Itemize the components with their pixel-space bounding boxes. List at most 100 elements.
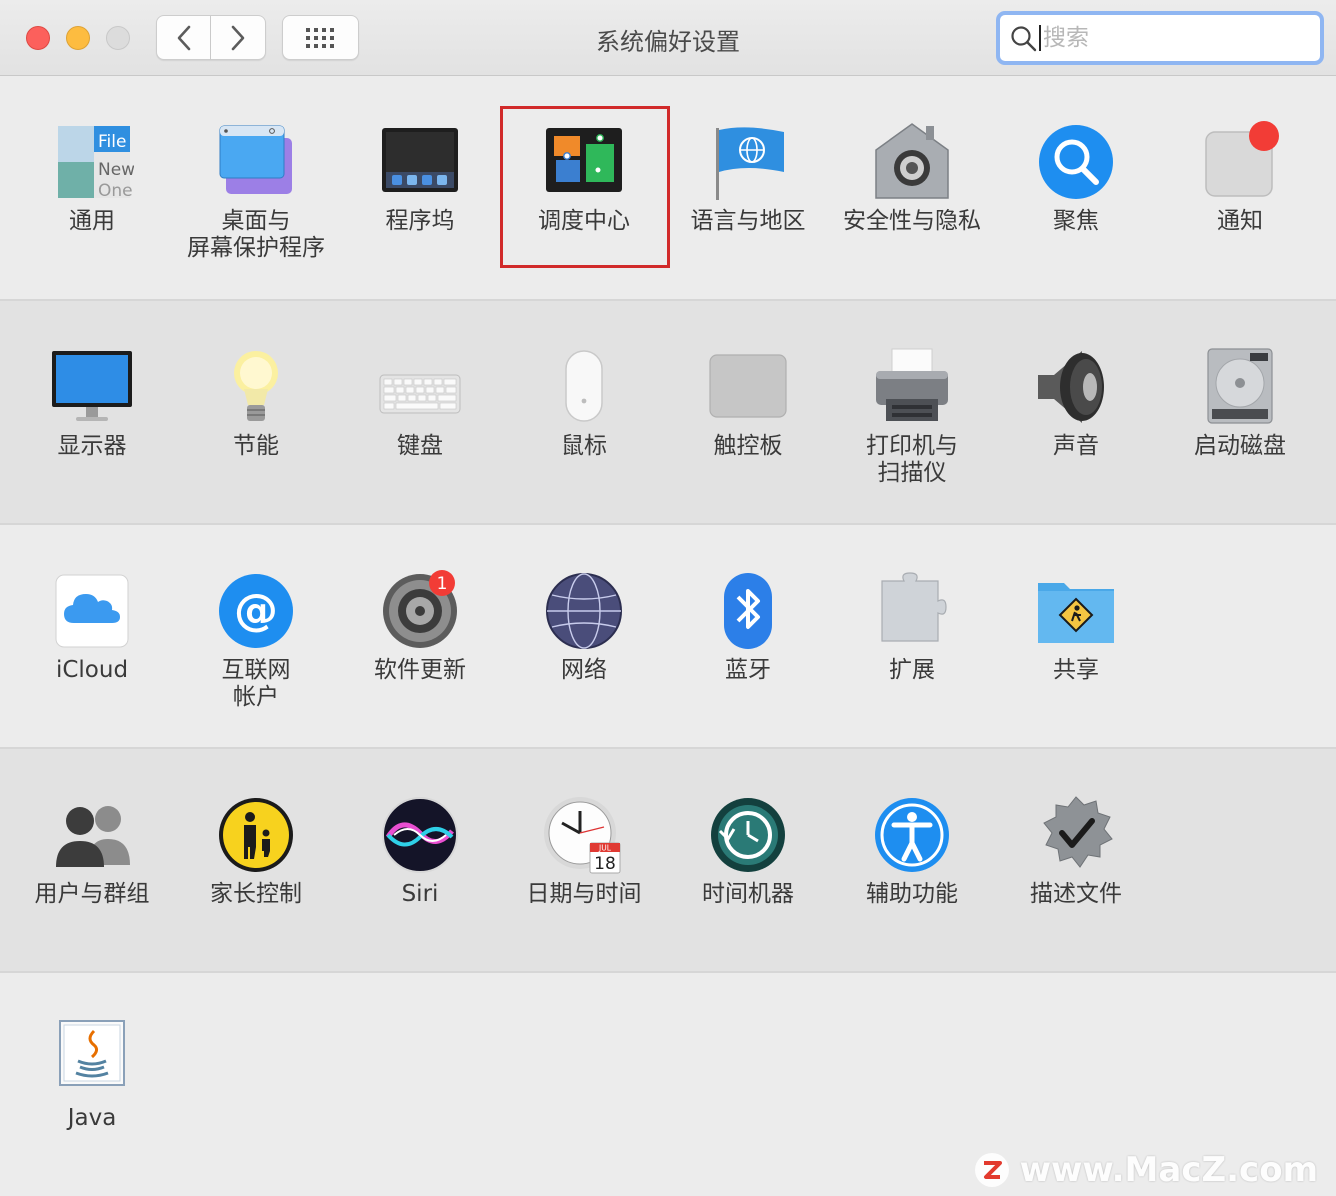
pref-label: Siri — [401, 881, 439, 907]
notifications-icon — [1205, 121, 1279, 197]
pref-label: 声音 — [1053, 433, 1099, 459]
pref-label: 蓝牙 — [725, 657, 771, 683]
pref-label: 节能 — [233, 433, 279, 459]
displays-icon — [52, 351, 132, 421]
dock-icon — [382, 128, 458, 192]
pref-bluetooth[interactable]: 蓝牙 — [666, 569, 830, 684]
desktop-screensaver-icon — [219, 125, 292, 194]
pref-sharing[interactable]: 共享 — [994, 569, 1158, 684]
general-icon: File New One — [58, 126, 134, 201]
spotlight-icon — [1039, 125, 1113, 199]
java-icon — [59, 1020, 125, 1086]
software-update-icon: 1 — [383, 570, 457, 648]
pref-label: 软件更新 — [374, 657, 466, 683]
watermark-text: www.MacZ.com — [1019, 1150, 1318, 1190]
pref-date-time[interactable]: JUL 18 日期与时间 — [502, 793, 666, 908]
pref-users-groups[interactable]: 用户与群组 — [10, 793, 174, 908]
pref-trackpad[interactable]: 触控板 — [666, 345, 830, 460]
siri-icon — [382, 797, 458, 873]
pref-security-privacy[interactable]: 安全性与隐私 — [830, 120, 994, 235]
section-internet: iCloud @ 互联网 帐户 1 软件更新 网络 蓝牙 扩展 共享 — [0, 525, 1336, 749]
title-bar: 系统偏好设置 — [0, 0, 1336, 76]
internet-accounts-icon: @ — [219, 574, 293, 648]
svg-text:One: One — [98, 181, 133, 201]
extensions-icon — [881, 572, 947, 642]
svg-text:New: New — [98, 160, 134, 180]
pref-label: 扩展 — [889, 657, 935, 683]
security-privacy-icon — [875, 123, 949, 199]
pref-spotlight[interactable]: 聚焦 — [994, 120, 1158, 235]
search-input[interactable] — [1041, 25, 1305, 51]
svg-text:JUL: JUL — [598, 844, 612, 853]
sharing-icon — [1038, 583, 1114, 643]
pref-label: 家长控制 — [210, 881, 302, 907]
bluetooth-icon — [724, 573, 772, 649]
pref-parental-controls[interactable]: 家长控制 — [174, 793, 338, 908]
pref-software-update[interactable]: 1 软件更新 — [338, 569, 502, 684]
pref-label: 显示器 — [57, 433, 127, 459]
pref-internet-accounts[interactable]: @ 互联网 帐户 — [174, 569, 338, 711]
pref-label: 桌面与 — [221, 208, 291, 234]
pref-mouse[interactable]: 鼠标 — [502, 345, 666, 460]
pref-printers-scanners[interactable]: 打印机与 扫描仪 — [830, 345, 994, 487]
pref-language-region[interactable]: 语言与地区 — [666, 120, 830, 235]
pref-profiles[interactable]: 描述文件 — [994, 793, 1158, 908]
pref-accessibility[interactable]: 辅助功能 — [830, 793, 994, 908]
pref-label: 启动磁盘 — [1194, 433, 1286, 459]
pref-label: 用户与群组 — [34, 881, 150, 907]
pref-label: 鼠标 — [561, 433, 607, 459]
pref-label: 聚焦 — [1053, 208, 1099, 234]
icloud-icon — [55, 574, 129, 648]
watermark: www.MacZ.com — [974, 1150, 1318, 1190]
pref-label-line2: 帐户 — [233, 684, 279, 710]
sound-icon — [1038, 351, 1104, 423]
startup-disk-icon — [1207, 348, 1273, 424]
pref-label: 触控板 — [713, 433, 783, 459]
printers-scanners-icon — [876, 348, 948, 421]
svg-text:@: @ — [234, 585, 278, 636]
search-icon — [1011, 26, 1037, 52]
pref-sound[interactable]: 声音 — [994, 345, 1158, 460]
energy-saver-icon — [234, 351, 278, 421]
pref-label: 通知 — [1217, 208, 1263, 234]
section-hardware: 显示器 节能 键盘 鼠标 触控板 打印机与 扫描仪 声音 启动磁盘 — [0, 301, 1336, 525]
svg-text:18: 18 — [594, 854, 616, 874]
keyboard-icon — [379, 374, 461, 414]
pref-displays[interactable]: 显示器 — [10, 345, 174, 460]
date-time-icon: JUL 18 — [544, 797, 621, 874]
trackpad-icon — [709, 354, 787, 418]
profiles-icon — [1043, 796, 1113, 868]
pref-icloud[interactable]: iCloud — [10, 569, 174, 684]
pref-desktop-screensaver[interactable]: 桌面与 屏幕保护程序 — [174, 120, 338, 262]
pref-label: Java — [67, 1105, 117, 1131]
pref-label: 共享 — [1053, 657, 1099, 683]
search-field[interactable] — [996, 11, 1324, 65]
pref-extensions[interactable]: 扩展 — [830, 569, 994, 684]
pref-label: 键盘 — [397, 433, 443, 459]
pref-keyboard[interactable]: 键盘 — [338, 345, 502, 460]
section-system: 用户与群组 家长控制 Siri JUL 18 日期与时间 时间机器 辅助功能 描… — [0, 749, 1336, 973]
pref-general[interactable]: File New One 通用 — [10, 120, 174, 235]
pref-label: 程序坞 — [385, 208, 455, 234]
accessibility-icon — [875, 798, 949, 872]
pref-dock[interactable]: 程序坞 — [338, 120, 502, 235]
pref-siri[interactable]: Siri — [338, 793, 502, 908]
pref-startup-disk[interactable]: 启动磁盘 — [1158, 345, 1322, 460]
pref-label: 网络 — [561, 657, 607, 683]
pref-network[interactable]: 网络 — [502, 569, 666, 684]
network-icon — [546, 573, 622, 649]
macz-logo-icon — [974, 1153, 1009, 1187]
svg-text:File: File — [98, 132, 126, 152]
pref-label: iCloud — [55, 657, 129, 683]
pref-notifications[interactable]: 通知 — [1158, 120, 1322, 235]
parental-controls-icon — [219, 798, 293, 872]
pref-java[interactable]: Java — [10, 1017, 174, 1132]
pref-label: 互联网 — [221, 657, 291, 683]
pref-label: 安全性与隐私 — [843, 208, 981, 234]
highlight-box — [500, 106, 670, 268]
users-groups-icon — [56, 806, 130, 867]
pref-label: 通用 — [69, 208, 115, 234]
pref-energy-saver[interactable]: 节能 — [174, 345, 338, 460]
pref-label-line2: 扫描仪 — [877, 460, 947, 486]
pref-time-machine[interactable]: 时间机器 — [666, 793, 830, 908]
